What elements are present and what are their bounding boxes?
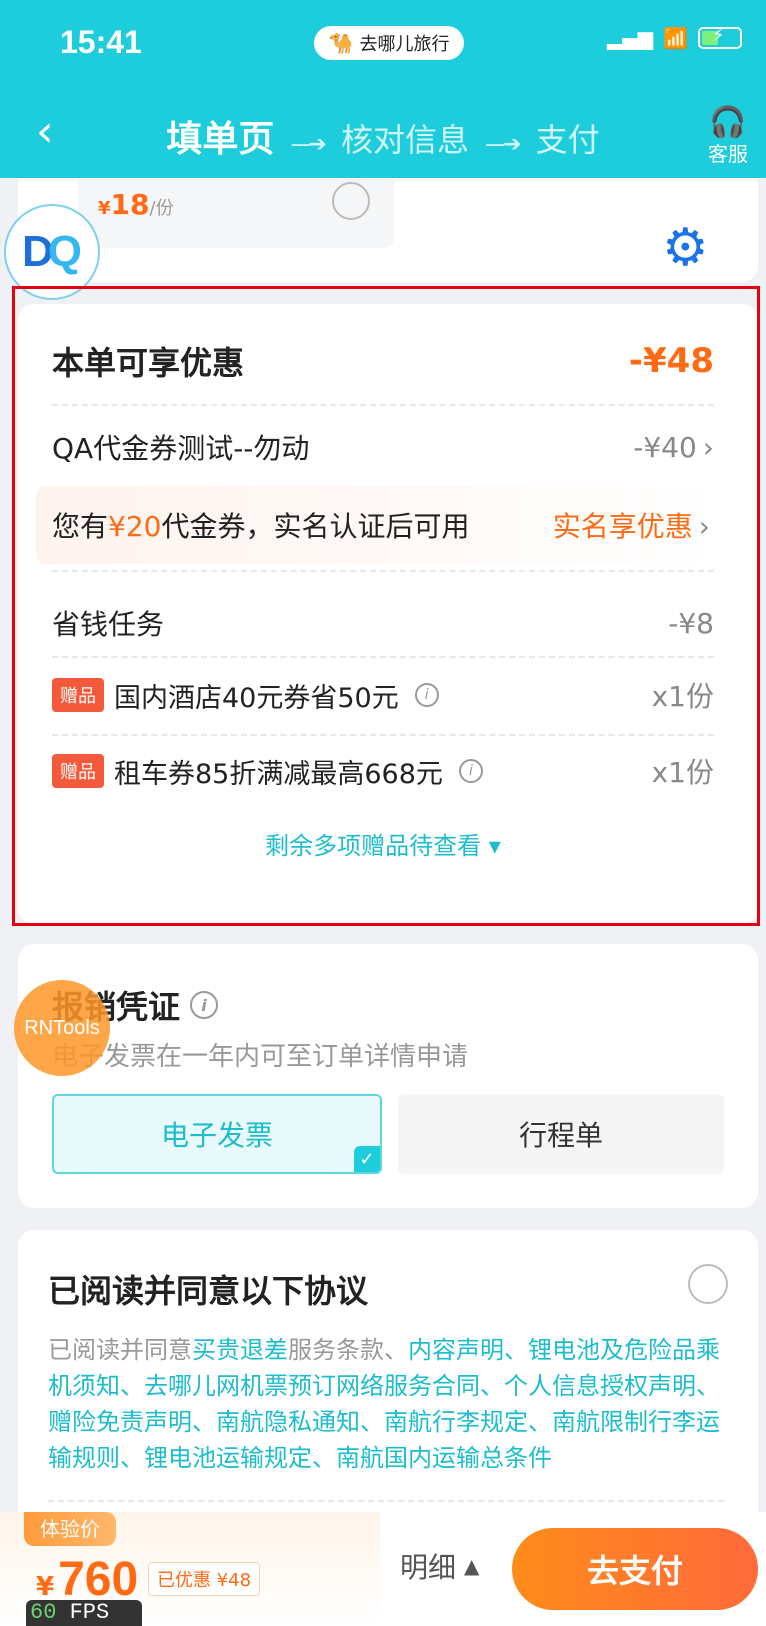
status-bar: 15:41 🐪 去哪儿旅行 ▂▄▆ 📶 ⚡	[0, 0, 766, 90]
brand-pill: 🐪 去哪儿旅行	[314, 26, 464, 60]
step-2: 核对信息	[340, 121, 469, 159]
service-label: 客服	[708, 142, 748, 166]
battery-icon: ⚡	[698, 25, 742, 49]
saved-badge: 已优惠 ¥48	[148, 1562, 261, 1596]
info-icon[interactable]: i	[190, 991, 219, 1019]
agreement-radio[interactable]	[688, 1264, 728, 1304]
signal-icon: ▂▄▆	[606, 26, 654, 50]
fps-counter: 60 FPS	[26, 1600, 142, 1626]
bottom-bar: 体验价 ¥760 已优惠 ¥48 60 FPS 明细 ▲ 去支付	[0, 1512, 766, 1626]
detail-button[interactable]: 明细 ▲	[400, 1546, 479, 1586]
nav-bar: ‹ 填单页 ---➔ 核对信息 ---➔ 支付 🎧 客服	[0, 90, 766, 178]
invoice-card: 报销凭证 i 电子发票在一年内可至订单详情申请 电子发票 ✓ 行程单	[18, 944, 758, 1208]
check-icon: ✓	[354, 1146, 380, 1172]
insurance-card: ¥18/份	[18, 178, 758, 282]
step-3: 支付	[535, 121, 600, 159]
rntools-button[interactable]: RNTools	[14, 980, 110, 1076]
insurance-option[interactable]: ¥18/份	[78, 178, 394, 248]
agreement-link[interactable]: 买贵退差	[192, 1336, 288, 1364]
wifi-icon: 📶	[663, 26, 688, 50]
highlight-outline	[12, 286, 760, 926]
agreement-title: 已阅读并同意以下协议	[48, 1272, 369, 1310]
agreement-text: 已阅读并同意买贵退差服务条款、内容声明、锂电池及危险品乘机须知、去哪儿网机票预订…	[48, 1336, 720, 1472]
camel-icon: 🐪	[328, 31, 354, 55]
customer-service-button[interactable]: 🎧 客服	[708, 108, 748, 167]
total-price: ¥760	[36, 1553, 139, 1606]
brand-label: 去哪儿旅行	[359, 34, 450, 55]
status-icons: ▂▄▆ 📶 ⚡	[606, 25, 742, 50]
caret-up-icon: ▲	[464, 1554, 480, 1578]
itinerary-option[interactable]: 行程单	[398, 1094, 724, 1174]
step-arrow-icon: ---➔	[485, 132, 521, 157]
invoice-subtitle: 电子发票在一年内可至订单详情申请	[52, 1042, 469, 1072]
insurance-price: ¥18/份	[98, 188, 174, 221]
clock: 15:41	[60, 24, 142, 60]
experience-price-tag: 体验价	[24, 1512, 116, 1546]
gear-icon[interactable]: ⚙	[662, 222, 709, 274]
step-current: 填单页	[166, 119, 275, 160]
headset-icon: 🎧	[709, 105, 747, 140]
e-invoice-option[interactable]: 电子发票 ✓	[52, 1094, 382, 1174]
step-indicator: 填单页 ---➔ 核对信息 ---➔ 支付	[0, 110, 766, 162]
divider	[48, 1500, 724, 1502]
step-arrow-icon: ---➔	[290, 132, 327, 157]
pay-button[interactable]: 去支付	[512, 1528, 758, 1610]
insurance-radio[interactable]	[332, 182, 370, 220]
agreement-card: 已阅读并同意以下协议 已阅读并同意买贵退差服务条款、内容声明、锂电池及危险品乘机…	[18, 1230, 758, 1520]
